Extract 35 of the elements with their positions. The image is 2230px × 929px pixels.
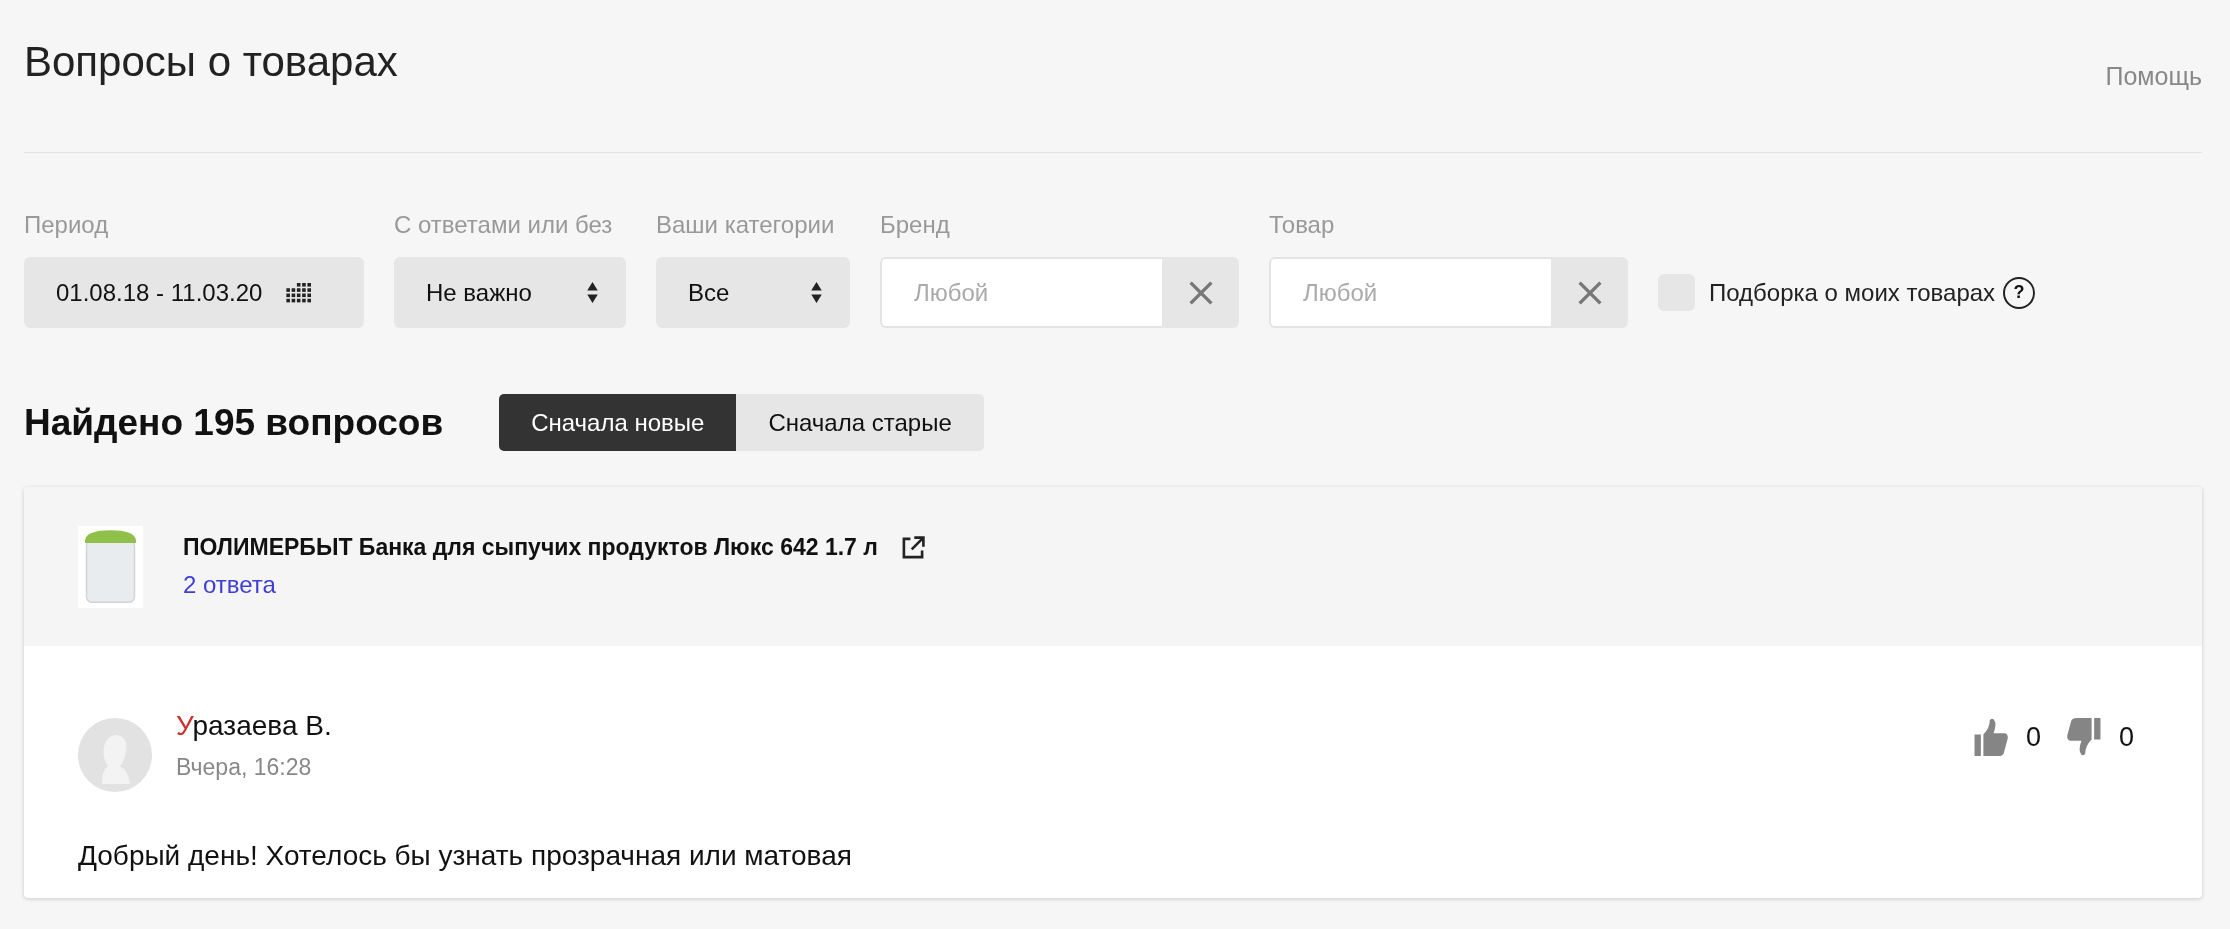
close-icon (1187, 279, 1214, 306)
dislike-button[interactable] (2066, 718, 2101, 756)
filter-label: С ответами или без (394, 211, 614, 239)
sort-arrows-icon (587, 282, 598, 303)
close-icon (1576, 279, 1603, 306)
like-count: 0 (2025, 721, 2041, 753)
question-date: Вчера, 16:28 (176, 754, 313, 781)
author-name: Уразаева В. (176, 710, 332, 742)
answers-link[interactable]: 2 ответа (183, 571, 926, 599)
product-title: ПОЛИМЕРБЫТ Банка для сыпучих продуктов Люкс 642 1.7 л (183, 534, 878, 561)
help-button[interactable]: ? (2003, 276, 2036, 309)
dislike-count: 0 (2118, 721, 2134, 753)
filter-label: Бренд (880, 211, 951, 239)
filter-input[interactable]: Любой (880, 257, 1162, 328)
filter-label: Ваши категории (656, 211, 836, 239)
clear-button[interactable] (1551, 257, 1628, 328)
filter-select[interactable]: Не важно (394, 257, 626, 328)
clear-button[interactable] (1162, 257, 1239, 328)
sort-tab[interactable]: Сначала старые (736, 394, 984, 451)
question-text: Добрый день! Хотелось бы узнать прозрачная или матовая (78, 840, 853, 872)
checkbox-label: Подборка о моих товарах (1709, 278, 1996, 307)
filter-label: Товар (1269, 211, 1336, 239)
sort-tab[interactable]: Сначала новые (499, 394, 737, 451)
thumbs-down-icon (2066, 718, 2101, 756)
thumbs-up-icon (1973, 718, 2008, 756)
results-heading: Найдено 195 вопросов (24, 401, 444, 444)
like-button[interactable] (1973, 718, 2008, 756)
calendar-icon (286, 282, 313, 303)
page-title: Вопросы о товарах (24, 38, 398, 86)
filter-label: Период (24, 211, 110, 239)
sort-arrows-icon (811, 282, 822, 303)
period-picker[interactable]: 01.08.18 - 11.03.20 (24, 257, 364, 328)
filter-select[interactable]: Все (656, 257, 850, 328)
filter-input[interactable]: Любой (1269, 257, 1551, 328)
avatar-icon (78, 718, 152, 792)
